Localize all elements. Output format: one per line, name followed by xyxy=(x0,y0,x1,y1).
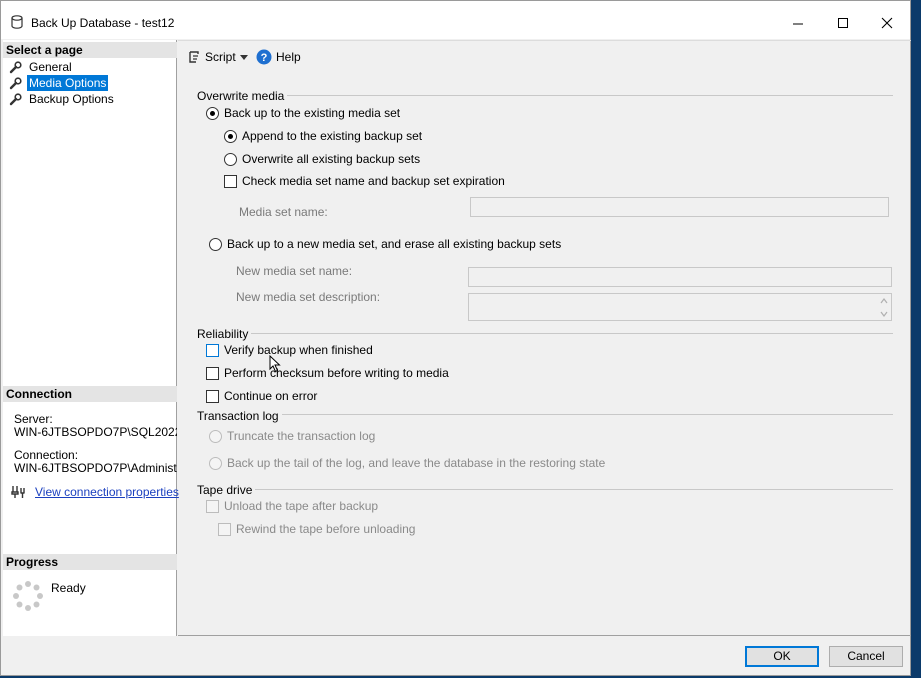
option-label: Verify backup when finished xyxy=(224,343,373,357)
cancel-button[interactable]: Cancel xyxy=(829,646,903,667)
wrench-icon xyxy=(9,61,22,74)
minimize-icon xyxy=(793,23,803,25)
title-bar[interactable]: Back Up Database - test12 xyxy=(1,1,910,39)
connection-header: Connection xyxy=(3,386,177,402)
svg-text:?: ? xyxy=(261,52,268,64)
close-icon xyxy=(881,17,893,29)
group-divider xyxy=(244,333,893,334)
option-label: Continue on error xyxy=(224,389,318,403)
radio-button xyxy=(209,430,222,443)
checkbox xyxy=(218,523,231,536)
server-value: WIN-6JTBSOPDO7P\SQL2022 xyxy=(14,426,177,439)
wrench-icon xyxy=(9,93,22,106)
overwrite-media-header: Overwrite media xyxy=(197,89,288,103)
backup-database-dialog: Back Up Database - test12 Select a page … xyxy=(0,0,911,676)
progress-spinner-icon xyxy=(13,581,43,611)
option-label: Check media set name and backup set expi… xyxy=(242,174,505,188)
checkbox[interactable] xyxy=(206,367,219,380)
window-title: Back Up Database - test12 xyxy=(31,16,175,30)
option-label: Back up the tail of the log, and leave t… xyxy=(227,456,606,470)
option-label: Back up to a new media set, and erase al… xyxy=(227,237,562,251)
help-icon: ? xyxy=(256,49,272,65)
page-item-label: General xyxy=(29,60,72,74)
database-icon xyxy=(11,15,23,32)
checkbox[interactable] xyxy=(224,175,237,188)
new-media-set-description-input xyxy=(468,293,892,321)
connection-value: WIN-6JTBSOPDO7P\Administrator xyxy=(14,462,177,475)
view-connection-link[interactable]: View connection properties xyxy=(35,485,179,499)
option-label: Rewind the tape before unloading xyxy=(236,522,416,536)
help-label: Help xyxy=(276,50,301,64)
media-set-name-label: Media set name: xyxy=(239,205,328,219)
help-button[interactable]: ? Help xyxy=(256,48,306,68)
radio-button[interactable] xyxy=(209,238,222,251)
left-pane: Select a page General Media Options Back… xyxy=(3,40,179,636)
toolbar-divider xyxy=(178,40,911,41)
group-divider xyxy=(275,95,893,96)
reliability-header: Reliability xyxy=(197,327,252,341)
script-icon xyxy=(189,51,199,63)
transaction-log-header: Transaction log xyxy=(197,409,282,423)
media-set-name-input xyxy=(470,197,889,217)
option-label: Truncate the transaction log xyxy=(227,429,376,443)
ok-button[interactable]: OK xyxy=(745,646,819,667)
checkbox[interactable] xyxy=(206,390,219,403)
radio-button-checked[interactable] xyxy=(224,130,237,143)
footer-divider xyxy=(178,635,911,636)
view-connection-properties[interactable]: View connection properties xyxy=(11,485,179,502)
checkbox xyxy=(206,500,219,513)
mouse-cursor-icon xyxy=(269,355,281,373)
group-divider xyxy=(273,414,893,415)
radio-button xyxy=(209,457,222,470)
checkbox[interactable] xyxy=(206,344,219,357)
option-label: Unload the tape after backup xyxy=(224,499,379,513)
page-item-label: Media Options xyxy=(27,75,109,91)
close-button[interactable] xyxy=(865,1,911,39)
connection-label: Connection: xyxy=(14,449,79,462)
server-label: Server: xyxy=(14,413,53,426)
tape-drive-header: Tape drive xyxy=(197,483,256,497)
option-label: Back up to the existing media set xyxy=(224,106,401,120)
option-label: Append to the existing backup set xyxy=(242,129,423,143)
option-label: Overwrite all existing backup sets xyxy=(242,152,421,166)
new-media-set-name-label: New media set name: xyxy=(236,264,353,278)
new-media-set-description-label: New media set description: xyxy=(236,290,381,304)
new-media-set-name-input xyxy=(468,267,892,287)
radio-button[interactable] xyxy=(224,153,237,166)
wrench-icon xyxy=(9,77,22,90)
chevron-down-icon[interactable] xyxy=(240,55,248,60)
maximize-icon xyxy=(838,18,848,28)
progress-status: Ready xyxy=(51,581,86,595)
option-label: Perform checksum before writing to media xyxy=(224,366,449,380)
script-button[interactable]: Script xyxy=(184,48,254,68)
page-item-label: Backup Options xyxy=(29,92,114,106)
radio-button-checked[interactable] xyxy=(206,107,219,120)
script-label: Script xyxy=(205,50,236,64)
progress-header: Progress xyxy=(3,554,177,570)
select-page-header: Select a page xyxy=(3,42,177,58)
scroll-arrows-icon xyxy=(880,298,888,317)
connection-plug-icon xyxy=(11,486,25,498)
minimize-button[interactable] xyxy=(776,1,822,39)
group-divider xyxy=(251,489,893,490)
maximize-button[interactable] xyxy=(821,1,867,39)
